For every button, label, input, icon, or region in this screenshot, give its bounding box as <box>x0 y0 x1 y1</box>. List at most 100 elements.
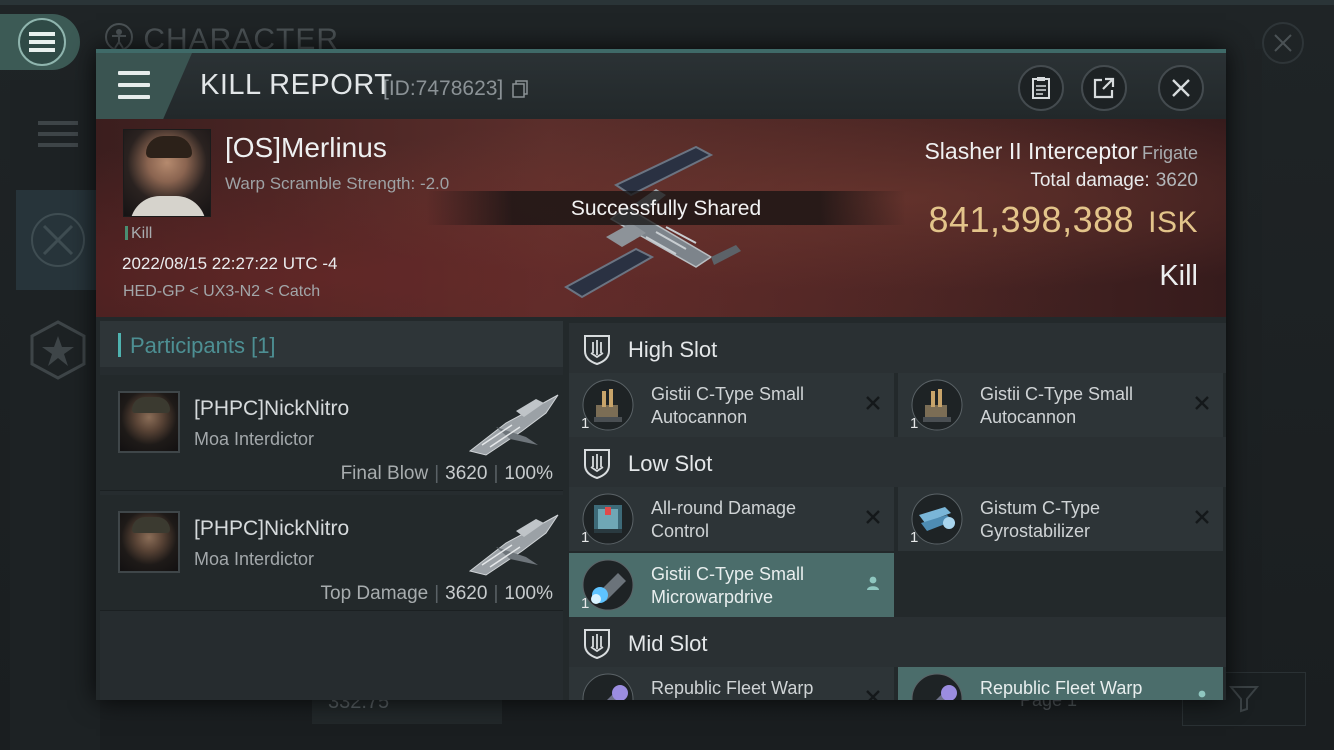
participant-avatar[interactable] <box>118 391 180 453</box>
participants-count: [1] <box>251 333 276 358</box>
mid-slot-header: Mid Slot <box>569 617 1226 667</box>
destroyed-x-icon <box>866 510 880 524</box>
kill-report-modal: KILL REPORT [ID:7478623] [OS]Merlinus Wa… <box>96 49 1226 700</box>
victim-avatar[interactable] <box>123 129 211 217</box>
copy-icon[interactable] <box>512 80 528 99</box>
module-item[interactable]: 1 All-round Damage Control <box>569 487 894 551</box>
participant-stats: Final Blow | 3620 | 100% <box>340 463 553 484</box>
destroyed-x-icon <box>1195 510 1209 524</box>
module-item[interactable]: 1 Gistum C-Type Gyrostabilizer <box>898 487 1223 551</box>
low-slot-header: Low Slot <box>569 437 1226 487</box>
dropped-person-icon <box>1198 690 1206 698</box>
warp-disruptor-icon <box>911 673 963 700</box>
autocannon-icon <box>911 379 963 431</box>
module-item[interactable]: 1 Gistii C-Type Small Microwarpdrive <box>569 553 894 617</box>
participant-damage: 3620 <box>445 583 488 604</box>
share-button[interactable] <box>1081 65 1127 111</box>
participant-name: [PHPC]NickNitro <box>194 517 350 540</box>
menu-icon[interactable] <box>118 71 150 99</box>
kill-tag-label: Kill <box>131 225 153 242</box>
module-name: Gistum C-Type Gyrostabilizer <box>980 498 1101 541</box>
filter-icon <box>1229 686 1259 713</box>
kill-timestamp: 2022/08/15 22:27:22 UTC -4 <box>122 254 338 273</box>
participant-row[interactable]: [PHPC]NickNitro Moa Interdictor Final Bl… <box>100 375 563 491</box>
background-close-button[interactable] <box>1262 22 1304 64</box>
share-external-icon <box>1093 77 1115 99</box>
module-name: Gistii C-Type Small Autocannon <box>651 384 805 427</box>
high-slot-label: High Slot <box>628 337 718 362</box>
gyrostabilizer-icon <box>911 493 963 545</box>
main-menu-button[interactable] <box>0 14 80 70</box>
high-slot-icon <box>584 335 610 365</box>
module-quantity: 1 <box>581 529 590 546</box>
isk-amount: 841,398,388 <box>928 199 1135 240</box>
kill-report-header: KILL REPORT [ID:7478623] <box>96 53 1226 119</box>
module-item[interactable]: 1 Republic Fleet Warp <box>569 667 894 700</box>
victim-ship[interactable]: Slasher II Interceptor Frigate <box>924 138 1198 165</box>
participant-ship-image <box>468 394 559 456</box>
close-icon <box>1172 79 1190 97</box>
victim-ship-name: Slasher II Interceptor <box>924 138 1138 164</box>
microwarpdrive-icon <box>582 559 634 611</box>
warp-scramble-strength: Warp Scramble Strength: -2.0 <box>225 174 450 193</box>
total-damage-value: 3620 <box>1155 170 1198 191</box>
module-item[interactable]: 1 Gistii C-Type Small Autocannon <box>898 373 1223 437</box>
victim-ship-class: Frigate <box>1141 143 1198 163</box>
isk-value: 841,398,388 ISK <box>928 199 1198 241</box>
dropped-person-icon <box>867 576 879 590</box>
kill-tag: Kill <box>125 225 152 243</box>
close-button[interactable] <box>1158 65 1204 111</box>
isk-unit: ISK <box>1148 206 1198 239</box>
mid-slot-label: Mid Slot <box>628 631 708 656</box>
module-name: Gistii C-Type Small Autocannon <box>980 384 1134 427</box>
participant-name: [PHPC]NickNitro <box>194 397 350 420</box>
total-damage-label: Total damage: <box>1030 170 1150 191</box>
module-quantity: 1 <box>581 595 590 612</box>
participant-row[interactable]: [PHPC]NickNitro Moa Interdictor Top Dama… <box>100 495 563 611</box>
fitting-panel: High Slot 1 Gistii C-Type Small Autocann… <box>569 321 1226 700</box>
participant-stats: Top Damage | 3620 | 100% <box>320 583 554 604</box>
background-side-combat[interactable] <box>16 190 100 290</box>
participant-avatar[interactable] <box>118 511 180 573</box>
list-icon <box>38 121 78 147</box>
destroyed-x-icon <box>1195 396 1209 410</box>
participant-ship-image <box>468 514 559 576</box>
character-icon <box>105 23 133 51</box>
victim-banner: [OS]Merlinus Warp Scramble Strength: -2.… <box>96 119 1226 317</box>
menu-icon <box>29 32 55 52</box>
share-toast: Successfully Shared <box>426 191 906 225</box>
background-side-menu[interactable] <box>16 84 100 184</box>
kill-result: Kill <box>1159 260 1198 292</box>
module-name: Republic Fleet Warp <box>980 678 1143 698</box>
module-item[interactable]: 1 Republic Fleet Warp <box>898 667 1223 700</box>
share-toast-text: Successfully Shared <box>570 197 762 220</box>
crossed-swords-icon <box>31 213 85 267</box>
low-slot-icon <box>584 449 610 479</box>
victim-name[interactable]: [OS]Merlinus <box>225 132 387 164</box>
participant-ship: Moa Interdictor <box>194 429 315 449</box>
autocannon-icon <box>582 379 634 431</box>
report-document-button[interactable] <box>1018 65 1064 111</box>
module-quantity: 1 <box>581 415 590 432</box>
participant-role: Top Damage <box>320 583 429 604</box>
participant-damage: 3620 <box>445 463 488 484</box>
module-name: Gistii C-Type Small Microwarpdrive <box>651 564 805 607</box>
module-quantity: 1 <box>910 415 919 432</box>
destroyed-x-icon <box>866 396 880 410</box>
participant-ship: Moa Interdictor <box>194 549 315 569</box>
close-icon <box>1274 34 1292 52</box>
low-slot-label: Low Slot <box>628 451 713 476</box>
participants-panel: Participants [1] [PHPC]NickNitro Moa Int… <box>100 321 563 700</box>
high-slot-header: High Slot <box>569 323 1226 373</box>
kill-report-id: [ID:7478623] <box>383 77 528 101</box>
mid-slot-icon <box>584 629 610 659</box>
document-icon <box>1032 77 1050 99</box>
warp-disruptor-icon <box>582 673 634 700</box>
destroyed-x-icon <box>866 690 880 700</box>
kill-location-route[interactable]: HED-GP < UX3-N2 < Catch <box>123 283 320 301</box>
participant-percent: 100% <box>504 463 553 484</box>
damage-control-icon <box>582 493 634 545</box>
background-side-star[interactable] <box>16 300 100 400</box>
kill-report-title: KILL REPORT <box>200 69 393 101</box>
module-item[interactable]: 1 Gistii C-Type Small Autocannon <box>569 373 894 437</box>
